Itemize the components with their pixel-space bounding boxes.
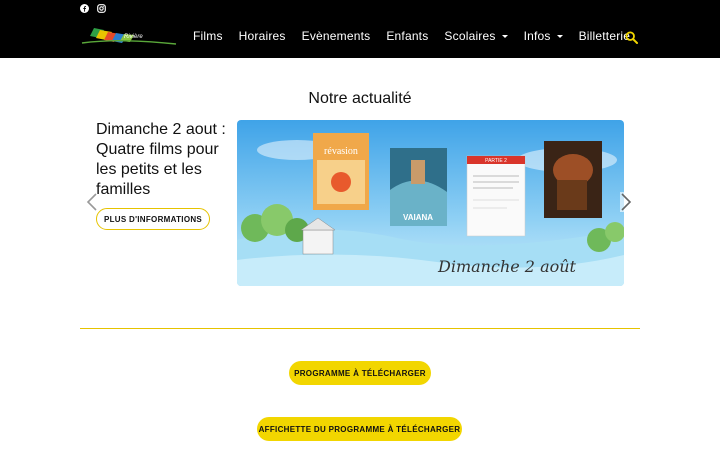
poster-title: révasion: [324, 146, 358, 157]
carousel-next-arrow-icon[interactable]: [620, 192, 632, 212]
carousel-prev-arrow-icon[interactable]: [86, 192, 98, 212]
nav-item-infos[interactable]: Infos: [524, 29, 563, 43]
main-nav: Films Horaires Evènements Enfants Scolai…: [193, 29, 646, 44]
nav-item-films[interactable]: Films: [193, 29, 223, 43]
search-icon[interactable]: [625, 31, 638, 44]
more-info-button[interactable]: PLUS D'INFORMATIONS: [96, 208, 210, 230]
chevron-down-icon: [556, 34, 563, 38]
poster-title: PARTIE 2: [485, 158, 507, 164]
nav-label: Scolaires: [444, 29, 496, 43]
slide-illustration: révasion VAIANA PARTIE 2 Dimanche 2 août: [237, 120, 624, 286]
nav-item-billetterie[interactable]: Billetterie: [579, 29, 631, 43]
nav-label: Enfants: [386, 29, 429, 43]
page-title: Notre actualité: [308, 90, 412, 107]
slide-heading: Dimanche 2 aout : Quatre films pour les …: [96, 121, 226, 198]
site-logo[interactable]: Rivière: [80, 24, 178, 50]
download-poster-button[interactable]: AFFICHETTE DU PROGRAMME À TÉLÉCHARGER: [257, 417, 462, 441]
section-divider: [80, 328, 640, 329]
nav-item-evenements[interactable]: Evènements: [302, 29, 371, 43]
nav-label: Evènements: [301, 29, 371, 43]
poster-title: VAIANA: [403, 213, 433, 222]
nav-item-horaires[interactable]: Horaires: [239, 29, 286, 43]
facebook-icon[interactable]: [80, 4, 89, 13]
download-program-button[interactable]: PROGRAMME À TÉLÉCHARGER: [289, 361, 431, 385]
nav-label: Billetterie: [578, 29, 631, 43]
chevron-down-icon: [501, 34, 508, 38]
slide-caption: Dimanche 2 août: [437, 257, 577, 276]
logo-text: Rivière: [124, 34, 143, 40]
social-links: [80, 4, 106, 13]
nav-item-scolaires[interactable]: Scolaires: [444, 29, 508, 43]
slide-image[interactable]: révasion VAIANA PARTIE 2 Dimanche 2 août: [237, 120, 624, 286]
nav-label: Films: [193, 29, 223, 43]
site-header: Rivière Films Horaires Evènements Enfant…: [0, 0, 720, 58]
nav-label: Horaires: [238, 29, 286, 43]
instagram-icon[interactable]: [97, 4, 106, 13]
nav-item-enfants[interactable]: Enfants: [386, 29, 428, 43]
nav-label: Infos: [523, 29, 551, 43]
